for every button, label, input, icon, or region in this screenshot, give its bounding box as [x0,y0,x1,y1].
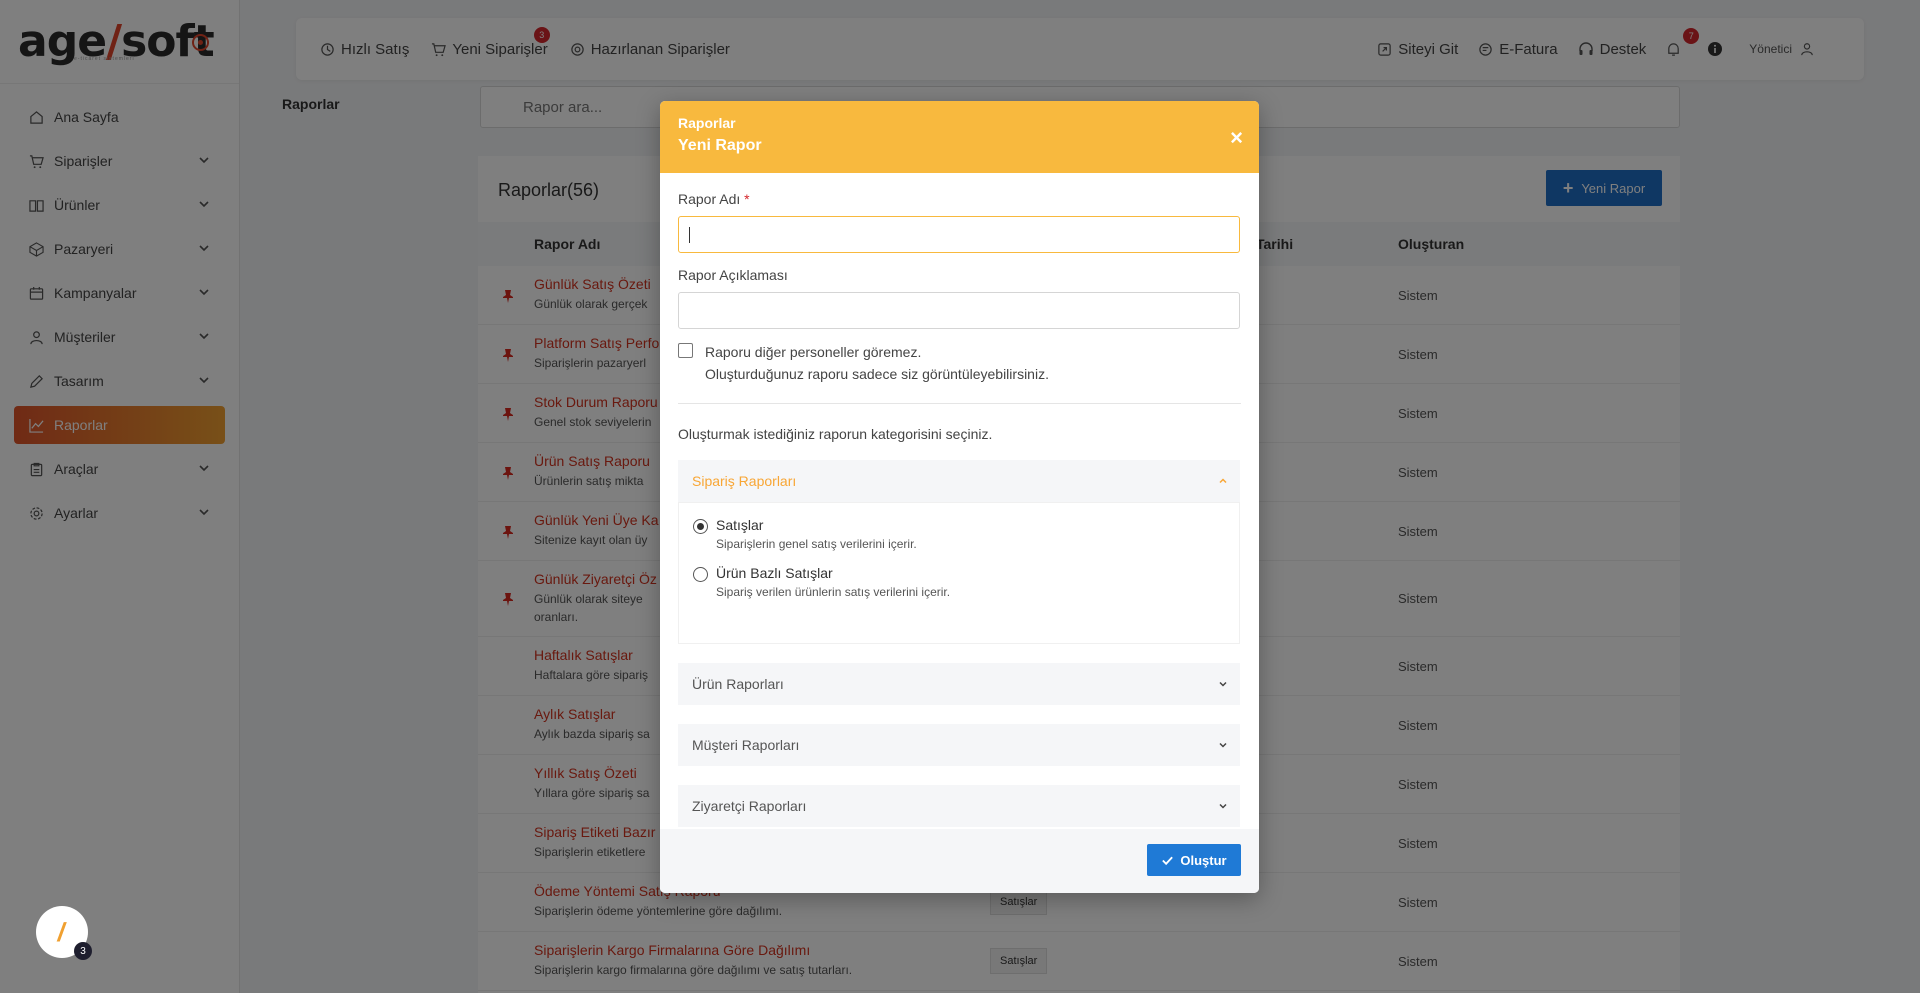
accordion-header[interactable]: Müşteri Raporları [678,724,1240,766]
chevron-down-icon [1219,803,1227,809]
report-name-label: Rapor Adı * [678,191,750,207]
modal-footer: Oluştur [660,829,1259,893]
radio-selected[interactable] [693,519,708,534]
chevron-up-icon [1219,478,1227,484]
report-type-option[interactable]: Ürün Bazlı Satışlar Sipariş verilen ürün… [693,565,1225,599]
accordion-order-reports: Sipariş Raporları Satışlar Siparişlerin … [678,460,1240,644]
option-label: Satışlar [716,517,764,533]
report-description-input[interactable] [678,292,1240,329]
create-label: Oluştur [1180,852,1227,868]
divider [678,403,1241,404]
option-description: Siparişlerin genel satış verilerini içer… [716,537,917,551]
accordion-header[interactable]: Sipariş Raporları [678,460,1240,502]
accordion-title: Müşteri Raporları [692,737,800,753]
chevron-down-icon [1219,681,1227,687]
check-icon [1162,856,1174,865]
assistant-widget-button[interactable]: / 3 [36,906,92,960]
chevron-down-icon [1219,742,1227,748]
modal-title: Yeni Rapor [678,137,762,154]
private-report-checkbox[interactable] [678,343,693,358]
text-caret [689,227,690,243]
report-type-option[interactable]: Satışlar Siparişlerin genel satış verile… [693,517,1225,551]
option-label: Ürün Bazlı Satışlar [716,565,833,581]
slash-logo-icon: / [55,916,69,947]
modal-body: Rapor Adı * Rapor Açıklaması Raporu diğe… [660,173,1259,827]
required-marker: * [744,191,750,207]
private-report-hint: Oluşturduğunuz raporu sadece siz görüntü… [705,366,1049,382]
modal-header: Raporlar Yeni Rapor × [660,101,1259,173]
new-report-modal: Raporlar Yeni Rapor × Rapor Adı * Rapor … [660,101,1259,893]
private-report-label: Raporu diğer personeller göremez. [705,344,922,360]
accordion-product-reports: Ürün Raporları [678,663,1240,705]
create-button[interactable]: Oluştur [1147,844,1241,876]
widget-badge: 3 [74,942,92,960]
radio-unselected[interactable] [693,567,708,582]
category-prompt: Oluşturmak istediğiniz raporun kategoris… [678,426,993,442]
modal-breadcrumb: Raporlar [678,115,736,131]
report-name-input[interactable] [678,216,1240,253]
accordion-header[interactable]: Ürün Raporları [678,663,1240,705]
accordion-header[interactable]: Ziyaretçi Raporları [678,785,1240,827]
report-description-label: Rapor Açıklaması [678,267,788,283]
accordion-title: Ziyaretçi Raporları [692,798,807,814]
accordion-title: Ürün Raporları [692,676,784,692]
option-description: Sipariş verilen ürünlerin satış verileri… [716,585,951,599]
accordion-customer-reports: Müşteri Raporları [678,724,1240,766]
accordion-content: Satışlar Siparişlerin genel satış verile… [678,502,1240,644]
close-icon[interactable]: × [1230,125,1243,151]
accordion-visitor-reports: Ziyaretçi Raporları [678,785,1240,827]
private-report-option[interactable]: Raporu diğer personeller göremez. Oluştu… [678,341,1241,385]
accordion-title: Sipariş Raporları [692,473,797,489]
